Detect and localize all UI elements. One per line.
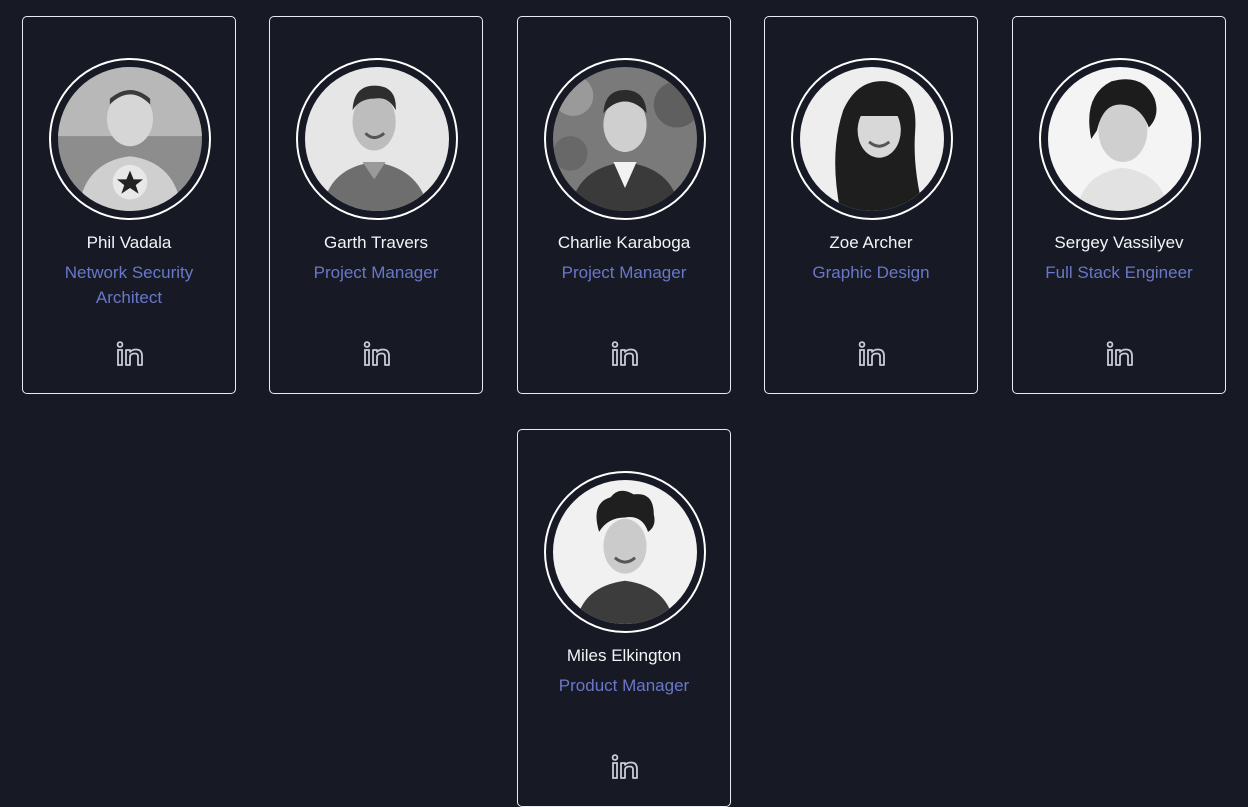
avatar-ring — [1039, 58, 1201, 220]
avatar-ring — [49, 58, 211, 220]
member-role: Full Stack Engineer — [1045, 263, 1193, 282]
profile-photo — [1048, 67, 1192, 211]
member-name: Miles Elkington — [566, 646, 682, 665]
avatar — [58, 67, 202, 211]
team-card-sergey-vassilyev: Sergey Vassilyev Full Stack Engineer — [1012, 16, 1226, 394]
linkedin-icon[interactable] — [610, 752, 640, 782]
profile-photo — [553, 480, 697, 624]
avatar — [1048, 67, 1192, 211]
linkedin-icon[interactable] — [362, 339, 392, 369]
linkedin-icon[interactable] — [610, 339, 640, 369]
profile-photo — [800, 67, 944, 211]
member-name: Sergey Vassilyev — [1054, 233, 1184, 252]
member-role: Network Security Architect — [64, 263, 194, 307]
avatar — [553, 480, 697, 624]
avatar — [800, 67, 944, 211]
member-name: Zoe Archer — [829, 233, 913, 252]
team-card-charlie-karaboga: Charlie Karaboga Project Manager — [517, 16, 731, 394]
profile-photo — [305, 67, 449, 211]
member-role: Graphic Design — [812, 263, 930, 282]
member-name: Phil Vadala — [86, 233, 172, 252]
team-card-garth-travers: Garth Travers Project Manager — [269, 16, 483, 394]
avatar-ring — [791, 58, 953, 220]
member-role: Product Manager — [558, 676, 690, 695]
linkedin-icon[interactable] — [115, 339, 145, 369]
member-name: Charlie Karaboga — [557, 233, 691, 252]
team-card-phil-vadala: Phil Vadala Network Security Architect — [22, 16, 236, 394]
member-role: Project Manager — [313, 263, 439, 282]
avatar-ring — [544, 58, 706, 220]
team-card-miles-elkington: Miles Elkington Product Manager — [517, 429, 731, 807]
member-name: Garth Travers — [324, 233, 428, 252]
linkedin-icon[interactable] — [1105, 339, 1135, 369]
member-role: Project Manager — [561, 263, 687, 282]
linkedin-icon[interactable] — [857, 339, 887, 369]
profile-photo — [553, 67, 697, 211]
profile-photo — [58, 67, 202, 211]
avatar-ring — [544, 471, 706, 633]
avatar-ring — [296, 58, 458, 220]
avatar — [305, 67, 449, 211]
avatar — [553, 67, 697, 211]
team-card-zoe-archer: Zoe Archer Graphic Design — [764, 16, 978, 394]
